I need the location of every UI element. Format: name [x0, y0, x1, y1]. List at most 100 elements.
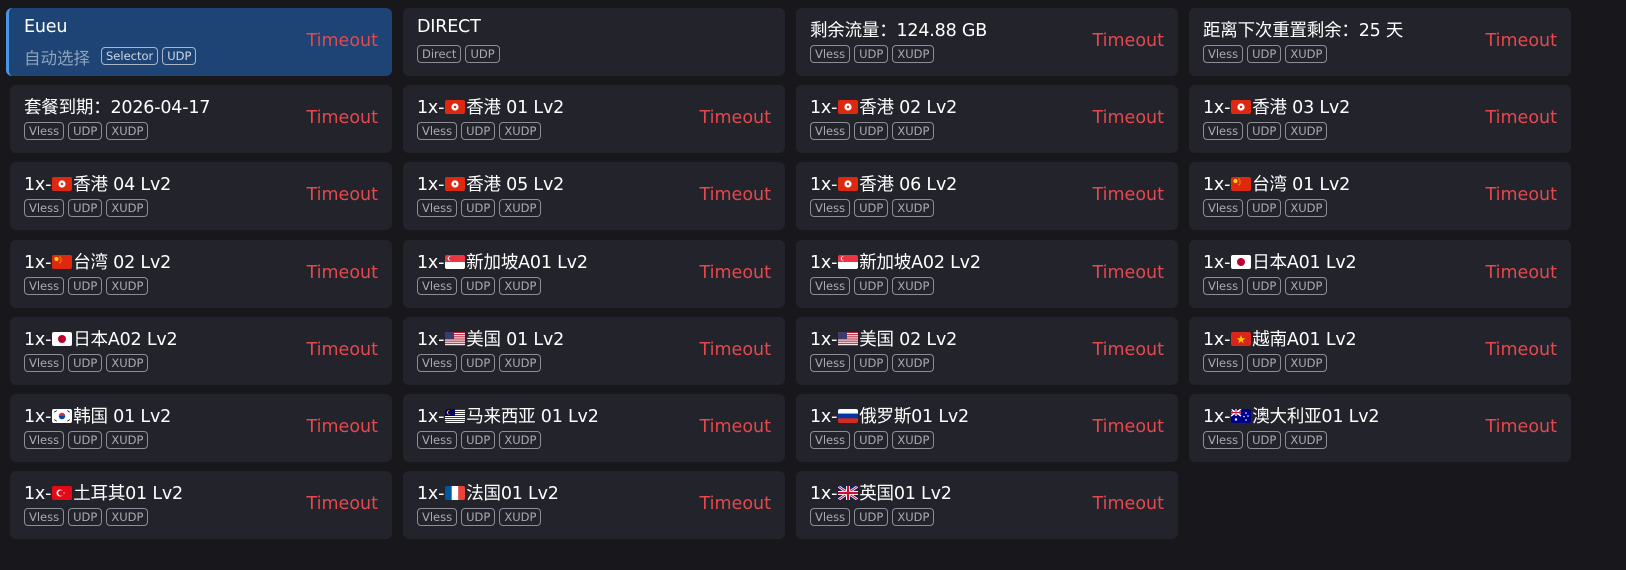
latency-status[interactable]: Timeout: [1093, 417, 1165, 437]
proxy-card[interactable]: 1x- 新加坡A02 Lv2 Vless UDP XUDP Timeout: [796, 240, 1178, 308]
latency-status[interactable]: Timeout: [700, 417, 772, 437]
proxy-tag-xudp: XUDP: [499, 122, 542, 140]
proxy-card[interactable]: 1x- 香港 02 Lv2 Vless UDP XUDP Timeout: [796, 85, 1178, 153]
proxy-tags: Vless UDP XUDP: [417, 122, 542, 140]
proxy-tag-vless: Vless: [417, 199, 458, 217]
proxy-card[interactable]: 1x- 土耳其01 Lv2 Vless UDP XUDP Timeout: [10, 471, 392, 539]
proxy-card[interactable]: 1x- 美国 02 Lv2 Vless UDP XUDP Timeout: [796, 317, 1178, 385]
proxy-name-text: 越南A01 Lv2: [1252, 330, 1357, 350]
proxy-name: 1x- 香港 06 Lv2: [810, 171, 957, 196]
proxy-card[interactable]: 1x- 香港 06 Lv2 Vless UDP XUDP Timeout: [796, 162, 1178, 230]
latency-status[interactable]: Timeout: [1093, 108, 1165, 128]
latency-status[interactable]: Timeout: [1486, 263, 1558, 283]
proxy-tag-udp: UDP: [461, 431, 496, 449]
proxy-card[interactable]: DIRECT Direct UDP: [403, 8, 785, 76]
latency-status[interactable]: Timeout: [700, 185, 772, 205]
proxy-card[interactable]: 1x- 英国01 Lv2 Vless UDP XUDP Timeout: [796, 471, 1178, 539]
proxy-name: 1x- 台湾 01 Lv2: [1203, 171, 1350, 196]
proxy-card[interactable]: 1x- 香港 05 Lv2 Vless UDP XUDP Timeout: [403, 162, 785, 230]
proxy-name-text: 套餐到期：2026-04-17: [24, 98, 211, 118]
latency-status[interactable]: Timeout: [1486, 108, 1558, 128]
proxy-name-prefix: 1x-: [1203, 175, 1231, 195]
proxy-card[interactable]: 1x- 澳大利亚01 Lv2 Vless UDP XUDP Timeout: [1189, 394, 1571, 462]
latency-status[interactable]: Timeout: [700, 263, 772, 283]
proxy-name-prefix: 1x-: [417, 98, 445, 118]
proxy-card[interactable]: 1x- 新加坡A01 Lv2 Vless UDP XUDP Timeout: [403, 240, 785, 308]
proxy-card[interactable]: 1x- 日本A02 Lv2 Vless UDP XUDP Timeout: [10, 317, 392, 385]
proxy-tags: Vless UDP XUDP: [1203, 199, 1328, 217]
proxy-name-text: 香港 06 Lv2: [859, 175, 958, 195]
proxy-card[interactable]: Eueu 自动选择 Selector UDP Timeout: [6, 8, 392, 76]
latency-status[interactable]: Timeout: [1093, 185, 1165, 205]
latency-status[interactable]: Timeout: [1093, 494, 1165, 514]
latency-status[interactable]: Timeout: [307, 108, 379, 128]
proxy-card[interactable]: 1x- 法国01 Lv2 Vless UDP XUDP Timeout: [403, 471, 785, 539]
proxy-name: 1x- 台湾 02 Lv2: [24, 249, 171, 274]
proxy-tag-xudp: XUDP: [1285, 199, 1328, 217]
proxy-tag-vless: Vless: [24, 277, 65, 295]
latency-status[interactable]: Timeout: [1486, 185, 1558, 205]
latency-status[interactable]: Timeout: [700, 340, 772, 360]
proxy-tags: Vless UDP XUDP: [810, 199, 935, 217]
proxy-tags: Vless UDP XUDP: [417, 277, 542, 295]
proxy-tag-vless: Vless: [810, 199, 851, 217]
latency-status[interactable]: Timeout: [307, 340, 379, 360]
latency-status[interactable]: Timeout: [1093, 263, 1165, 283]
latency-status[interactable]: Timeout: [1093, 31, 1165, 51]
proxy-card[interactable]: 1x- 台湾 02 Lv2 Vless UDP XUDP Timeout: [10, 240, 392, 308]
flag-tr-icon: [52, 486, 73, 500]
latency-status[interactable]: Timeout: [700, 494, 772, 514]
proxy-tag-vless: Vless: [417, 431, 458, 449]
proxy-card[interactable]: 距离下次重置剩余：25 天 Vless UDP XUDP Timeout: [1189, 8, 1571, 76]
latency-status[interactable]: Timeout: [1486, 340, 1558, 360]
proxy-name: 1x- 香港 01 Lv2: [417, 94, 564, 119]
latency-status[interactable]: Timeout: [307, 185, 379, 205]
flag-sg-icon: [838, 255, 859, 269]
proxy-name-prefix: 1x-: [417, 330, 445, 350]
flag-ru-icon: [838, 409, 859, 423]
proxy-card[interactable]: 套餐到期：2026-04-17 Vless UDP XUDP Timeout: [10, 85, 392, 153]
latency-status[interactable]: Timeout: [700, 108, 772, 128]
proxy-card[interactable]: 1x- 马来西亚 01 Lv2 Vless UDP XUDP Timeout: [403, 394, 785, 462]
latency-status[interactable]: Timeout: [307, 263, 379, 283]
latency-status[interactable]: Timeout: [307, 494, 379, 514]
proxy-name-text: 澳大利亚01 Lv2: [1252, 407, 1380, 427]
proxy-card[interactable]: 1x- 俄罗斯01 Lv2 Vless UDP XUDP Timeout: [796, 394, 1178, 462]
latency-status[interactable]: Timeout: [1093, 340, 1165, 360]
proxy-card[interactable]: 1x- 香港 03 Lv2 Vless UDP XUDP Timeout: [1189, 85, 1571, 153]
proxy-name-text: 台湾 02 Lv2: [73, 253, 172, 273]
latency-status[interactable]: Timeout: [1486, 31, 1558, 51]
proxy-tag-udp: UDP: [1247, 354, 1282, 372]
proxy-card[interactable]: 1x- 香港 04 Lv2 Vless UDP XUDP Timeout: [10, 162, 392, 230]
proxy-name-text: DIRECT: [417, 17, 481, 37]
latency-status[interactable]: Timeout: [307, 31, 379, 51]
proxy-card[interactable]: 1x- 韩国 01 Lv2 Vless UDP XUDP Timeout: [10, 394, 392, 462]
proxy-name: 1x- 俄罗斯01 Lv2: [810, 403, 969, 428]
proxy-card[interactable]: 1x- 香港 01 Lv2 Vless UDP XUDP Timeout: [403, 85, 785, 153]
proxy-tag-vless: Vless: [24, 508, 65, 526]
proxy-name-prefix: 1x-: [24, 484, 52, 504]
proxy-card[interactable]: 1x- 美国 01 Lv2 Vless UDP XUDP Timeout: [403, 317, 785, 385]
proxy-card[interactable]: 1x- 越南A01 Lv2 Vless UDP XUDP Timeout: [1189, 317, 1571, 385]
proxy-name-prefix: 1x-: [24, 175, 52, 195]
proxy-name-text: Eueu: [24, 17, 68, 37]
proxy-name: 1x- 越南A01 Lv2: [1203, 326, 1357, 351]
flag-sg-icon: [445, 255, 466, 269]
proxy-tag-selector: Selector: [101, 47, 159, 65]
latency-status[interactable]: Timeout: [307, 417, 379, 437]
proxy-name-prefix: 1x-: [24, 253, 52, 273]
proxy-card[interactable]: 1x- 日本A01 Lv2 Vless UDP XUDP Timeout: [1189, 240, 1571, 308]
proxy-name-prefix: 1x-: [810, 253, 838, 273]
proxy-name-text: 台湾 01 Lv2: [1252, 175, 1351, 195]
latency-status[interactable]: Timeout: [1486, 417, 1558, 437]
proxy-name-text: 美国 01 Lv2: [466, 330, 565, 350]
proxy-tag-udp: UDP: [68, 277, 103, 295]
proxy-card[interactable]: 1x- 台湾 01 Lv2 Vless UDP XUDP Timeout: [1189, 162, 1571, 230]
proxy-tag-xudp: XUDP: [499, 431, 542, 449]
proxy-tags: Vless UDP XUDP: [810, 431, 935, 449]
proxy-tags: Vless UDP XUDP: [1203, 431, 1328, 449]
proxy-tag-udp: UDP: [461, 199, 496, 217]
proxy-tag-xudp: XUDP: [892, 354, 935, 372]
proxy-card[interactable]: 剩余流量：124.88 GB Vless UDP XUDP Timeout: [796, 8, 1178, 76]
proxy-tag-udp: UDP: [68, 199, 103, 217]
